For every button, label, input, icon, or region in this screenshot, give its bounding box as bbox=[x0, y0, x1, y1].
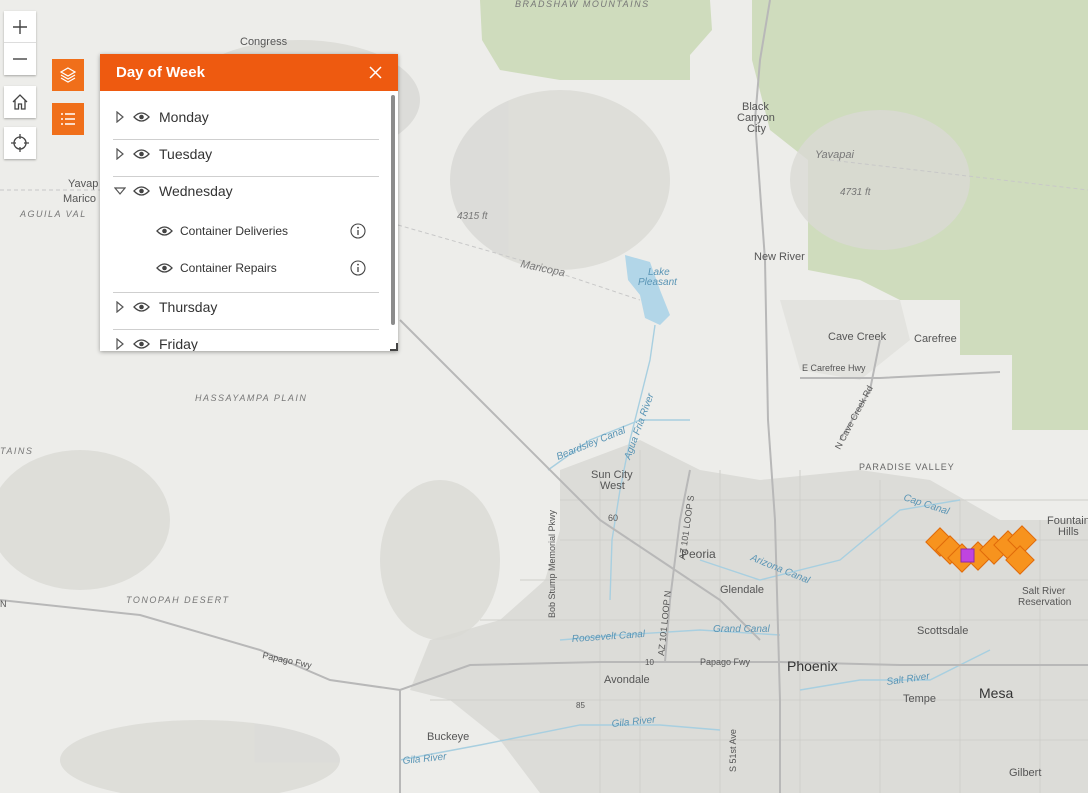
map-label: Glendale bbox=[720, 584, 764, 596]
eye-icon[interactable] bbox=[133, 185, 151, 197]
layer-item-thursday[interactable]: Thursday bbox=[113, 299, 379, 315]
layer-label: Monday bbox=[159, 109, 209, 125]
layer-list-panel: Day of Week Monday Tuesday Wednesday Con… bbox=[100, 54, 398, 351]
map-label: Yavap bbox=[68, 178, 98, 190]
map-label: BRADSHAW MOUNTAINS bbox=[515, 0, 650, 9]
map-label: Reservation bbox=[1018, 597, 1071, 608]
layer-label: Wednesday bbox=[159, 183, 233, 199]
map-label: S 51st Ave bbox=[728, 729, 738, 772]
map-label: City bbox=[747, 123, 766, 135]
map-label: AGUILA VAL bbox=[19, 209, 87, 219]
map-label: Yavapai bbox=[815, 149, 854, 161]
expand-caret-icon[interactable] bbox=[113, 338, 127, 350]
close-button[interactable] bbox=[366, 64, 384, 82]
eye-icon[interactable] bbox=[133, 338, 151, 350]
map-label: 85 bbox=[576, 701, 585, 710]
eye-icon[interactable] bbox=[133, 148, 151, 160]
layer-item-tuesday[interactable]: Tuesday bbox=[113, 146, 379, 162]
plus-icon bbox=[13, 19, 27, 34]
divider bbox=[113, 329, 379, 330]
expand-caret-icon[interactable] bbox=[113, 301, 127, 313]
home-icon bbox=[12, 94, 28, 110]
map-label: 60 bbox=[608, 513, 618, 523]
minus-icon bbox=[13, 58, 27, 60]
map-label: Cave Creek bbox=[828, 331, 887, 343]
map-label: TAINS bbox=[0, 446, 33, 456]
map-label: West bbox=[600, 480, 625, 492]
zoom-in-button[interactable] bbox=[4, 11, 36, 43]
sublayer-label: Container Deliveries bbox=[180, 224, 289, 238]
expand-caret-icon[interactable] bbox=[113, 148, 127, 160]
map-label: Avondale bbox=[604, 674, 650, 686]
sublayer-item-container-deliveries[interactable]: Container Deliveries bbox=[156, 223, 366, 239]
resize-handle-icon[interactable] bbox=[390, 343, 398, 351]
map-label: PARADISE VALLEY bbox=[859, 462, 955, 472]
layer-label: Thursday bbox=[159, 299, 218, 315]
divider bbox=[113, 139, 379, 140]
map-label: Scottsdale bbox=[917, 625, 968, 637]
map-label: 4731 ft bbox=[840, 187, 872, 198]
panel-title: Day of Week bbox=[116, 64, 205, 81]
crosshair-icon bbox=[11, 134, 29, 152]
zoom-out-button[interactable] bbox=[4, 43, 36, 75]
expand-caret-icon[interactable] bbox=[113, 111, 127, 123]
layer-item-friday[interactable]: Friday bbox=[113, 336, 379, 351]
selected-feature-marker[interactable] bbox=[960, 548, 975, 563]
home-button[interactable] bbox=[4, 86, 36, 118]
map-label: E Carefree Hwy bbox=[802, 363, 866, 373]
map-label: HASSAYAMPA PLAIN bbox=[195, 393, 307, 403]
map-label: Marico bbox=[63, 193, 96, 205]
close-icon bbox=[368, 66, 382, 79]
eye-icon[interactable] bbox=[133, 301, 151, 313]
legend-button[interactable] bbox=[52, 103, 84, 135]
list-icon bbox=[61, 113, 75, 125]
map-label: New River bbox=[754, 251, 805, 263]
map-label: TONOPAH DESERT bbox=[126, 595, 230, 605]
map-label: Salt River bbox=[1022, 586, 1066, 597]
map-label: Mesa bbox=[979, 685, 1013, 701]
map-label: Pleasant bbox=[638, 277, 678, 288]
eye-icon[interactable] bbox=[133, 111, 151, 123]
map-label: N bbox=[0, 599, 7, 609]
layer-item-wednesday[interactable]: Wednesday bbox=[113, 183, 379, 199]
locate-button[interactable] bbox=[4, 127, 36, 159]
forest-area bbox=[480, 0, 712, 80]
map-label: Papago Fwy bbox=[700, 657, 751, 667]
map-label: Tempe bbox=[903, 693, 936, 705]
map-label: Phoenix bbox=[787, 658, 838, 674]
map-label: Carefree bbox=[914, 333, 957, 345]
map-label: 4315 ft bbox=[457, 211, 489, 222]
map-label: Grand Canal bbox=[713, 624, 770, 635]
divider bbox=[113, 292, 379, 293]
layers-icon bbox=[59, 67, 77, 83]
layer-label: Tuesday bbox=[159, 146, 213, 162]
panel-header: Day of Week bbox=[100, 54, 398, 91]
sublayer-label: Container Repairs bbox=[180, 261, 277, 275]
map-label: Hills bbox=[1058, 526, 1079, 538]
layer-label: Friday bbox=[159, 336, 198, 351]
layers-button[interactable] bbox=[52, 59, 84, 91]
divider bbox=[113, 176, 379, 177]
eye-icon[interactable] bbox=[156, 225, 174, 237]
info-icon[interactable] bbox=[350, 260, 366, 276]
map-label: Buckeye bbox=[427, 731, 469, 743]
scrollbar[interactable] bbox=[391, 95, 395, 325]
collapse-caret-icon[interactable] bbox=[113, 187, 127, 195]
map-label: Bob Stump Memorial Pkwy bbox=[547, 509, 557, 618]
zoom-control bbox=[4, 11, 36, 75]
eye-icon[interactable] bbox=[156, 262, 174, 274]
map-label: Peoria bbox=[681, 547, 716, 561]
layer-item-monday[interactable]: Monday bbox=[113, 109, 379, 125]
map-label: 10 bbox=[645, 658, 654, 667]
layer-list[interactable]: Monday Tuesday Wednesday Container Deliv… bbox=[100, 91, 398, 351]
info-icon[interactable] bbox=[350, 223, 366, 239]
map-label: Gilbert bbox=[1009, 767, 1041, 779]
map-label: Congress bbox=[240, 36, 288, 48]
sublayer-item-container-repairs[interactable]: Container Repairs bbox=[156, 260, 366, 276]
